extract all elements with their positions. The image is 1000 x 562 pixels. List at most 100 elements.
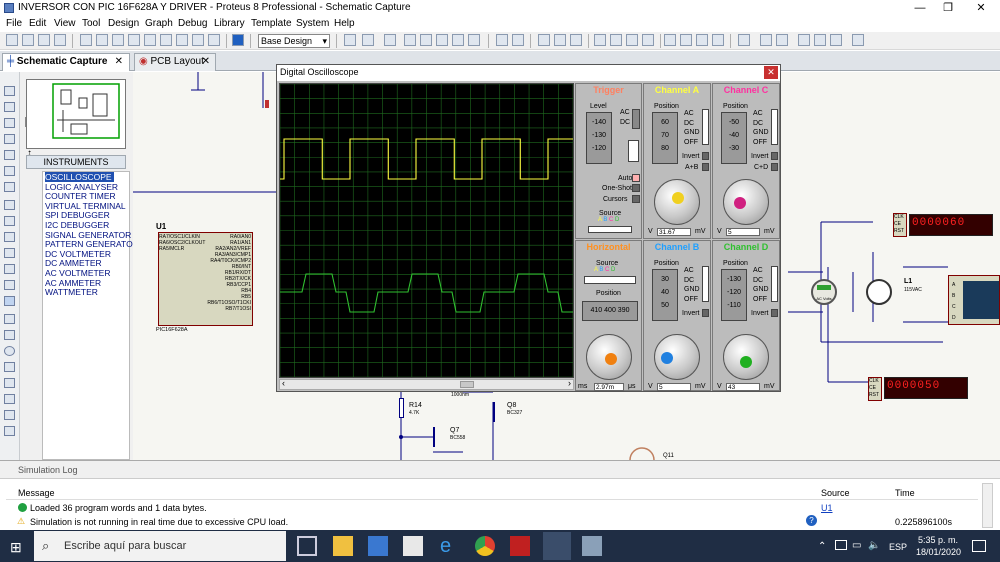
source-code-icon[interactable] [176,34,188,46]
channel-b-volts-value[interactable]: 5 [657,383,691,391]
text-icon[interactable] [4,394,15,404]
maximize-button[interactable]: ❐ [933,0,963,17]
channel-c-volts-knob[interactable] [723,179,769,225]
volume-icon[interactable]: 🔈 [868,540,880,551]
notifications-icon[interactable] [972,540,986,552]
channel-b-coupling-switch[interactable] [702,266,709,302]
menu-graph[interactable]: Graph [145,18,173,29]
ac-voltmeter[interactable]: AC Volts [811,279,837,305]
transistor-q7[interactable] [433,427,447,447]
channel-a-position-display[interactable]: 60 70 80 [652,112,678,164]
zoom-all-icon[interactable] [452,34,464,46]
resistor-r14[interactable] [399,398,404,418]
horizontal-scrollbar[interactable]: ‹ › [279,378,574,390]
subcircuit-icon[interactable] [4,182,15,192]
channel-a-volts-knob[interactable] [654,179,700,225]
package-tool-icon[interactable] [696,34,708,46]
channel-a-invert-button[interactable] [702,152,709,160]
help-icon[interactable]: ? [806,515,817,526]
chrome-icon[interactable] [475,536,495,556]
close-button[interactable]: ✕ [966,0,996,17]
oscilloscope-instrument[interactable]: ABCD [948,275,1000,325]
channel-d-volts-knob[interactable] [723,334,769,380]
counter-timer-2[interactable]: 0000050 [884,377,968,399]
oscilloscope-title-bar[interactable]: Digital Oscilloscope [277,65,780,81]
channel-d-volts-value[interactable]: 43 [726,383,760,391]
component-mode-icon[interactable] [4,102,15,112]
trigger-coupling-switch[interactable] [632,109,640,129]
trigger-level-display[interactable]: -140 -130 -120 [586,112,612,164]
channel-b-volts-knob[interactable] [654,334,700,380]
log-message[interactable]: Simulation is not running in real time d… [30,517,288,527]
trigger-edge-switch[interactable] [628,140,639,162]
gerber-icon[interactable] [128,34,140,46]
counter-timer-1[interactable]: 0000060 [909,214,993,236]
trigger-oneshot-button[interactable] [632,184,640,192]
close-project-icon[interactable] [54,34,66,46]
edge-icon[interactable]: e [440,536,460,556]
paste-icon[interactable] [570,34,582,46]
horizontal-source-slider[interactable] [584,276,636,284]
oscilloscope-screen[interactable] [279,83,615,378]
open-file-icon[interactable] [22,34,34,46]
design-select[interactable]: Base Design ▾ [258,34,330,48]
channel-d-invert-button[interactable] [771,309,778,317]
make-device-icon[interactable] [680,34,692,46]
zoom-area-icon[interactable] [468,34,480,46]
terminals-icon[interactable] [4,200,15,210]
redo-icon[interactable] [512,34,524,46]
list-item-ac-voltmeter[interactable]: AC VOLTMETER [45,268,111,278]
horizontal-time-knob[interactable] [586,334,632,380]
menu-library[interactable]: Library [214,18,245,29]
wire-autorouter-icon[interactable] [738,34,750,46]
channel-c-volts-value[interactable]: 5 [726,228,760,236]
selection-mode-icon[interactable] [4,86,15,96]
3d-view-icon[interactable] [144,34,156,46]
lamp-l1[interactable] [866,279,892,305]
tab-pcb-layout[interactable]: ◉ PCB Layout ✕ [134,53,216,71]
list-item-signal-generator[interactable]: SIGNAL GENERATOR [45,230,131,240]
wire-label-icon[interactable] [4,134,15,144]
clock[interactable]: 5:35 p. m. 18/01/2020 [916,534,961,558]
pan-icon[interactable] [404,34,416,46]
horizontal-time-value[interactable]: 2.97m [594,383,624,391]
zoom-out-icon[interactable] [436,34,448,46]
tab-schematic-capture[interactable]: ╪ Schematic Capture ✕ [2,53,130,71]
save-icon[interactable] [38,34,50,46]
scrollbar-thumb[interactable] [460,381,474,388]
block-delete-icon[interactable] [642,34,654,46]
cut-icon[interactable] [538,34,550,46]
electrical-rules-check-icon[interactable] [852,34,864,46]
arc-icon[interactable] [4,362,15,372]
list-item-ac-ammeter[interactable]: AC AMMETER [45,278,101,288]
taskbar-search-input[interactable]: Escribe aquí para buscar [34,531,286,561]
design-explorer-icon[interactable] [192,34,204,46]
log-source-link[interactable]: U1 [821,503,833,513]
menu-template[interactable]: Template [251,18,292,29]
transistor-q8[interactable] [493,402,507,422]
col-message-header[interactable]: Message [18,488,55,498]
grid-icon[interactable] [362,34,374,46]
store-icon[interactable] [368,536,388,556]
schematic-icon[interactable] [96,34,108,46]
block-copy-icon[interactable] [594,34,606,46]
battery-icon[interactable]: ▭ [852,540,861,551]
circle-icon[interactable] [4,346,15,356]
new-sheet-icon[interactable] [798,34,810,46]
zoom-in-icon[interactable] [420,34,432,46]
marker-icon[interactable] [4,426,15,436]
channel-c-position-display[interactable]: -50 -40 -30 [721,112,747,164]
property-assignment-icon[interactable] [776,34,788,46]
channel-d-position-display[interactable]: -130 -120 -110 [721,269,747,321]
menu-help[interactable]: Help [334,18,355,29]
list-item-wattmeter[interactable]: WATTMETER [45,287,98,297]
text-script-icon[interactable] [4,150,15,160]
app-icon[interactable] [582,536,602,556]
list-item-logic-analyser[interactable]: LOGIC ANALYSER [45,182,118,192]
list-item-dc-ammeter[interactable]: DC AMMETER [45,258,102,268]
refresh-icon[interactable] [344,34,356,46]
close-tab-icon[interactable]: ✕ [115,54,123,70]
menu-view[interactable]: View [54,18,76,29]
scroll-right-icon[interactable]: › [568,378,571,388]
graph-icon[interactable] [4,232,15,242]
